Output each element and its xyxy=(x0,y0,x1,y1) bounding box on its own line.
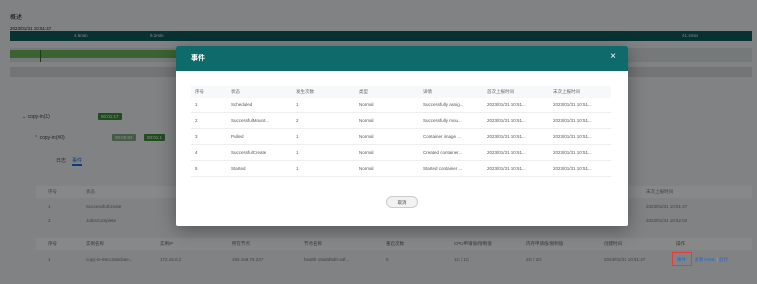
table-cell: 2023/01/31 10:51... xyxy=(553,150,592,155)
table-cell: 4 xyxy=(195,150,198,155)
column-header: 状态 xyxy=(231,89,240,94)
table-cell: Successfully assig... xyxy=(423,102,464,107)
table-row: 1 Scheduled 1 Normal Successfully assig.… xyxy=(191,98,611,113)
column-header: 详情 xyxy=(423,89,432,94)
table-cell: 2023/01/31 10:51... xyxy=(553,134,592,139)
separator: | xyxy=(716,257,718,262)
cancel-button[interactable]: 取消 xyxy=(386,196,418,208)
table-cell: 2023/01/31 10:51... xyxy=(487,166,526,171)
table-cell: Pulled xyxy=(231,134,244,139)
table-row: 3 Pulled 1 Normal Container image ... 20… xyxy=(191,130,611,145)
table-cell: 5 xyxy=(195,166,198,171)
column-header: 序号 xyxy=(195,89,204,94)
table-cell: 2023/01/31 10:51... xyxy=(487,118,526,123)
modal-title: 事件 xyxy=(191,55,205,62)
table-cell: Successfully mou... xyxy=(423,118,462,123)
view-yaml-link[interactable]: 查看YAML xyxy=(695,257,716,262)
events-table-header: 序号 状态 发生次数 类型 详情 首次上报时间 末次上报时间 xyxy=(191,86,611,98)
table-cell: 3 xyxy=(195,134,198,139)
table-cell: Container image ... xyxy=(423,134,462,139)
monitor-link[interactable]: 监控 xyxy=(719,257,728,262)
table-cell: 2 xyxy=(296,118,299,123)
table-cell: 2023/01/31 10:51... xyxy=(487,134,526,139)
column-header: 类型 xyxy=(359,89,368,94)
table-cell: 2023/01/31 10:51... xyxy=(487,150,526,155)
column-header: 首次上报时间 xyxy=(487,89,514,94)
table-cell: Started xyxy=(231,166,246,171)
close-icon[interactable]: × xyxy=(610,51,616,62)
table-cell: SuccessfulCreate xyxy=(231,150,267,155)
table-cell: 2023/01/31 10:51... xyxy=(553,102,592,107)
table-cell: Normal xyxy=(359,102,374,107)
table-cell: Normal xyxy=(359,150,374,155)
column-header: 末次上报时间 xyxy=(553,89,580,94)
table-row: 5 Started 1 Normal Started container ...… xyxy=(191,162,611,177)
table-cell: Started container ... xyxy=(423,166,463,171)
table-cell: 1 xyxy=(296,102,299,107)
table-cell: 2023/01/31 10:51... xyxy=(553,166,592,171)
table-cell: Created container... xyxy=(423,150,463,155)
table-cell: Scheduled xyxy=(231,102,253,107)
table-cell: Normal xyxy=(359,134,374,139)
table-cell: 1 xyxy=(296,150,299,155)
table-cell: SuccessfulMount... xyxy=(231,118,270,123)
events-link-highlight xyxy=(672,252,692,266)
events-modal: 事件 × 序号 状态 发生次数 类型 详情 首次上报时间 末次上报时间 1 Sc… xyxy=(176,46,628,226)
modal-header: 事件 × xyxy=(176,46,628,71)
table-cell: Normal xyxy=(359,166,374,171)
table-cell: 1 xyxy=(296,166,299,171)
table-cell: 2023/01/31 10:51... xyxy=(553,118,592,123)
table-row: 2 SuccessfulMount... 2 Normal Successful… xyxy=(191,114,611,129)
table-cell: 2023/01/31 10:51... xyxy=(487,102,526,107)
table-row: 4 SuccessfulCreate 1 Normal Created cont… xyxy=(191,146,611,161)
table-cell: 2 xyxy=(195,118,198,123)
table-cell: 1 xyxy=(296,134,299,139)
table-cell: 1 xyxy=(195,102,198,107)
column-header: 发生次数 xyxy=(296,89,314,94)
table-cell: Normal xyxy=(359,118,374,123)
